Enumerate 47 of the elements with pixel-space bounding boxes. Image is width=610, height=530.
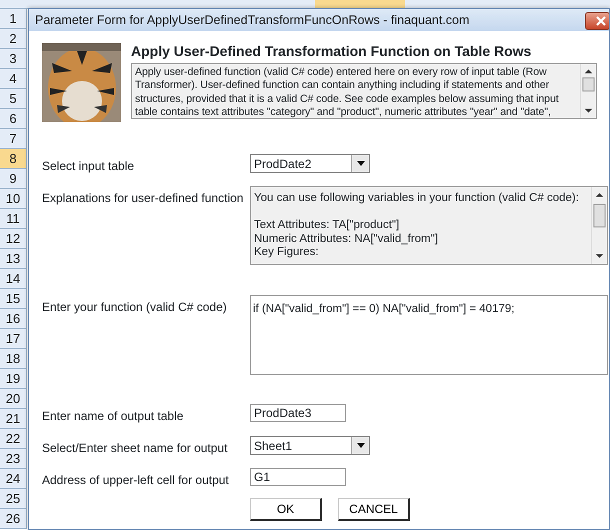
dialog-button[interactable]: CANCEL	[338, 498, 410, 521]
explanation-text: You can use following variables in your function (valid C# code): Text Attributes: TA["product"] Numeric Attributes: NA["valid_from"] Key Figures:	[253, 191, 580, 260]
dropdown-arrow-icon	[356, 161, 364, 166]
dialog-button[interactable]: OK	[250, 498, 322, 521]
row-header[interactable]: 8	[0, 149, 27, 169]
row-header[interactable]: 22	[0, 429, 27, 449]
row-header[interactable]: 24	[0, 469, 27, 489]
row-header[interactable]: 3	[0, 49, 27, 69]
form-heading: Apply User-Defined Transformation Function on Table Rows	[131, 43, 532, 60]
input-field[interactable]: ProdDate3	[250, 404, 346, 422]
row-header[interactable]: 19	[0, 369, 27, 389]
row-header[interactable]: 5	[0, 89, 27, 109]
description-text: Apply user-defined function (valid C# code) entered here on every row of input table (Row Transformer). User-defined function can contain anything including if statements and other structures, provided that it is a valid C# code. See code examples below assuming that input table contains text attributes "category" and "product", numeric attributes "year" and "date",	[134, 64, 560, 118]
row-header[interactable]: 2	[0, 29, 27, 49]
row-header[interactable]: 12	[0, 229, 27, 249]
row-header[interactable]: 10	[0, 189, 27, 209]
row-header[interactable]: 14	[0, 269, 27, 289]
row-header[interactable]: 6	[0, 109, 27, 129]
field-label: Explanations for user-defined function	[42, 190, 244, 207]
row-header[interactable]: 15	[0, 289, 27, 309]
field-label: Select/Enter sheet name for output	[42, 440, 228, 457]
field-label: Enter name of output table	[42, 408, 184, 425]
dropdown[interactable]: ProdDate2	[250, 154, 370, 173]
row-header[interactable]: 4	[0, 69, 27, 89]
field-label: Address of upper-left cell for output	[42, 472, 230, 489]
row-header[interactable]: 11	[0, 209, 27, 229]
close-button[interactable]	[585, 12, 609, 30]
row-header[interactable]: 26	[0, 509, 27, 529]
row-header[interactable]: 1	[0, 9, 27, 29]
row-header[interactable]: 9	[0, 169, 27, 189]
row-header[interactable]: 18	[0, 349, 27, 369]
field-label: Select input table	[42, 158, 136, 175]
row-header[interactable]: 13	[0, 249, 27, 269]
close-icon	[596, 16, 606, 26]
code-field[interactable]: if (NA["valid_from"] == 0) NA["valid_from"] = 40179;	[250, 295, 608, 375]
row-header[interactable]: 16	[0, 309, 27, 329]
input-field[interactable]: G1	[250, 468, 346, 486]
window-title: Parameter Form for ApplyUserDefinedTransformFuncOnRows - finaquant.com	[35, 12, 470, 29]
row-header[interactable]: 23	[0, 449, 27, 469]
row-header[interactable]: 25	[0, 489, 27, 509]
row-header[interactable]: 7	[0, 129, 27, 149]
row-header[interactable]: 17	[0, 329, 27, 349]
field-label: Enter your function (valid C# code)	[42, 299, 228, 316]
dropdown-arrow-icon	[356, 443, 364, 448]
row-header[interactable]: 20	[0, 389, 27, 409]
dropdown[interactable]: Sheet1	[250, 436, 370, 455]
row-header[interactable]: 21	[0, 409, 27, 429]
